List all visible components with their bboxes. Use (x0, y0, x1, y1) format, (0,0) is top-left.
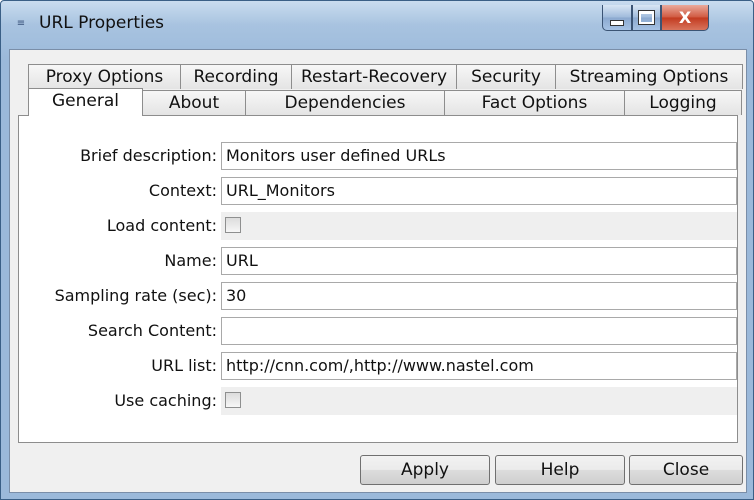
properties-app-icon: ≡ (16, 18, 26, 29)
tab-proxy-options[interactable]: Proxy Options (28, 64, 181, 89)
tab-recording[interactable]: Recording (180, 64, 292, 89)
context-label: Context: (148, 181, 217, 200)
brief-description-row: Brief description: Monitors user defined… (19, 142, 739, 170)
brief-description-label: Brief description: (80, 146, 217, 165)
apply-button[interactable]: Apply (360, 455, 490, 485)
use-caching-label: Use caching: (114, 391, 217, 410)
minimize-button[interactable] (602, 5, 632, 31)
load-content-field (221, 212, 737, 240)
search-content-row: Search Content: (19, 317, 739, 345)
search-content-input[interactable] (221, 317, 737, 345)
name-label: Name: (164, 251, 217, 270)
context-input[interactable]: URL_Monitors (221, 177, 737, 205)
close-window-button[interactable]: X (661, 5, 709, 31)
maximize-button[interactable] (632, 5, 661, 31)
tab-streaming-options[interactable]: Streaming Options (555, 64, 743, 89)
general-tab-panel: Brief description: Monitors user defined… (18, 115, 738, 443)
tab-fact-options[interactable]: Fact Options (444, 90, 625, 115)
search-content-label: Search Content: (87, 321, 217, 340)
title-bar[interactable]: ≡ URL Properties X (1, 1, 753, 47)
url-list-label: URL list: (151, 356, 217, 375)
use-caching-field (221, 387, 737, 415)
close-icon: X (678, 8, 692, 27)
name-row: Name: URL (19, 247, 739, 275)
dialog-button-bar: Apply Help Close (10, 448, 746, 488)
load-content-row: Load content: (19, 212, 739, 240)
dialog-client-area: Proxy Options Recording Restart-Recovery… (9, 49, 747, 493)
url-properties-window: ≡ URL Properties X Proxy Options Recordi… (0, 0, 754, 500)
tab-security[interactable]: Security (456, 64, 556, 89)
window-title: URL Properties (39, 13, 165, 33)
tab-row-2: General About Dependencies Fact Options … (10, 88, 746, 116)
use-caching-row: Use caching: (19, 387, 739, 415)
tab-dependencies[interactable]: Dependencies (245, 90, 445, 115)
sampling-rate-label: Sampling rate (sec): (54, 286, 217, 305)
use-caching-checkbox[interactable] (225, 392, 241, 408)
minimize-icon (610, 19, 624, 26)
tab-logging[interactable]: Logging (624, 90, 742, 115)
tab-general[interactable]: General (28, 88, 143, 116)
url-list-row: URL list: http://cnn.com/,http://www.nas… (19, 352, 739, 380)
sampling-rate-input[interactable]: 30 (221, 282, 737, 310)
maximize-icon (638, 10, 655, 25)
tab-restart-recovery[interactable]: Restart-Recovery (291, 64, 457, 89)
url-list-input[interactable]: http://cnn.com/,http://www.nastel.com (221, 352, 737, 380)
close-button[interactable]: Close (629, 455, 743, 485)
tab-about[interactable]: About (142, 90, 246, 115)
load-content-label: Load content: (106, 216, 217, 235)
brief-description-input[interactable]: Monitors user defined URLs (221, 142, 737, 170)
load-content-checkbox[interactable] (225, 217, 241, 233)
help-button[interactable]: Help (495, 455, 625, 485)
tab-row-1: Proxy Options Recording Restart-Recovery… (10, 64, 746, 90)
sampling-rate-row: Sampling rate (sec): 30 (19, 282, 739, 310)
context-row: Context: URL_Monitors (19, 177, 739, 205)
name-input[interactable]: URL (221, 247, 737, 275)
